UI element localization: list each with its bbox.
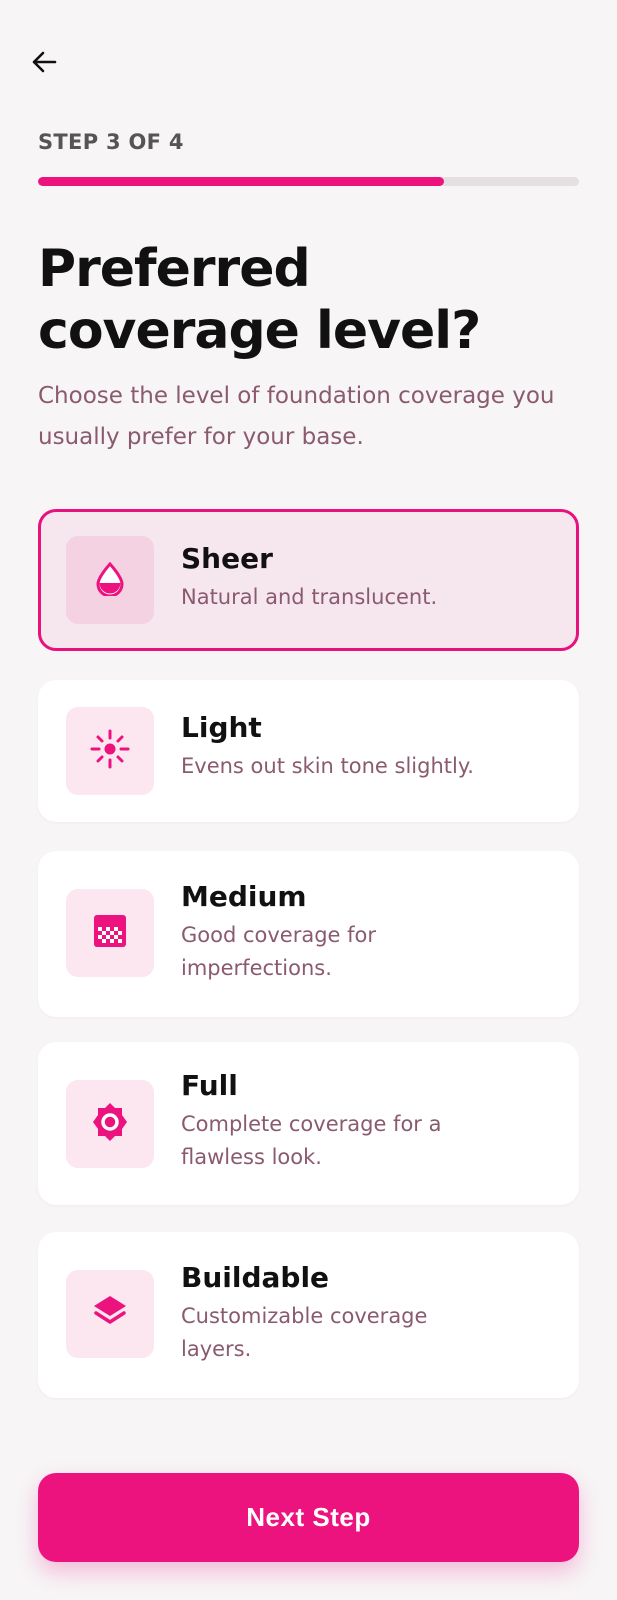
option-title: Light (181, 711, 262, 744)
option-description: Complete coverage for a flawless look. (181, 1112, 442, 1169)
next-step-button[interactable]: Next Step (38, 1473, 579, 1562)
option-card-full[interactable]: Full Complete coverage for a flawless lo… (38, 1042, 579, 1205)
sparkle-icon (88, 727, 132, 775)
option-text: Buildable Customizable coverage layers. (181, 1260, 559, 1366)
page-subtitle: Choose the level of foundation coverage … (38, 383, 555, 450)
option-description: Evens out skin tone slightly. (181, 754, 474, 778)
option-title: Sheer (181, 542, 273, 575)
arrow-left-icon (29, 47, 59, 81)
option-title: Medium (181, 880, 307, 913)
option-text: Light Evens out skin tone slightly. (181, 710, 559, 783)
option-icon-box (66, 707, 154, 795)
option-title: Buildable (181, 1261, 330, 1294)
page-title: Preferred coverage level? (38, 239, 481, 361)
option-description: Customizable coverage layers. (181, 1304, 428, 1361)
texture-grid-icon (92, 913, 128, 953)
badge-gear-icon (88, 1100, 132, 1148)
layers-icon (90, 1292, 130, 1336)
step-indicator: STEP 3 OF 4 (38, 130, 184, 154)
option-title: Full (181, 1069, 238, 1102)
option-icon-box (66, 889, 154, 977)
option-description: Good coverage for imperfections. (181, 923, 377, 980)
option-card-sheer[interactable]: Sheer Natural and translucent. (38, 509, 579, 651)
option-card-light[interactable]: Light Evens out skin tone slightly. (38, 680, 579, 822)
option-icon-box (66, 1080, 154, 1168)
option-icon-box (66, 536, 154, 624)
option-card-buildable[interactable]: Buildable Customizable coverage layers. (38, 1232, 579, 1398)
option-text: Sheer Natural and translucent. (181, 541, 556, 614)
progress-bar-fill (38, 177, 444, 186)
option-text: Full Complete coverage for a flawless lo… (181, 1068, 559, 1174)
option-text: Medium Good coverage for imperfections. (181, 879, 559, 985)
water-drop-icon (92, 560, 128, 600)
progress-bar (38, 177, 579, 186)
back-button[interactable] (24, 44, 64, 84)
option-description: Natural and translucent. (181, 585, 438, 609)
option-icon-box (66, 1270, 154, 1358)
option-card-medium[interactable]: Medium Good coverage for imperfections. (38, 851, 579, 1017)
